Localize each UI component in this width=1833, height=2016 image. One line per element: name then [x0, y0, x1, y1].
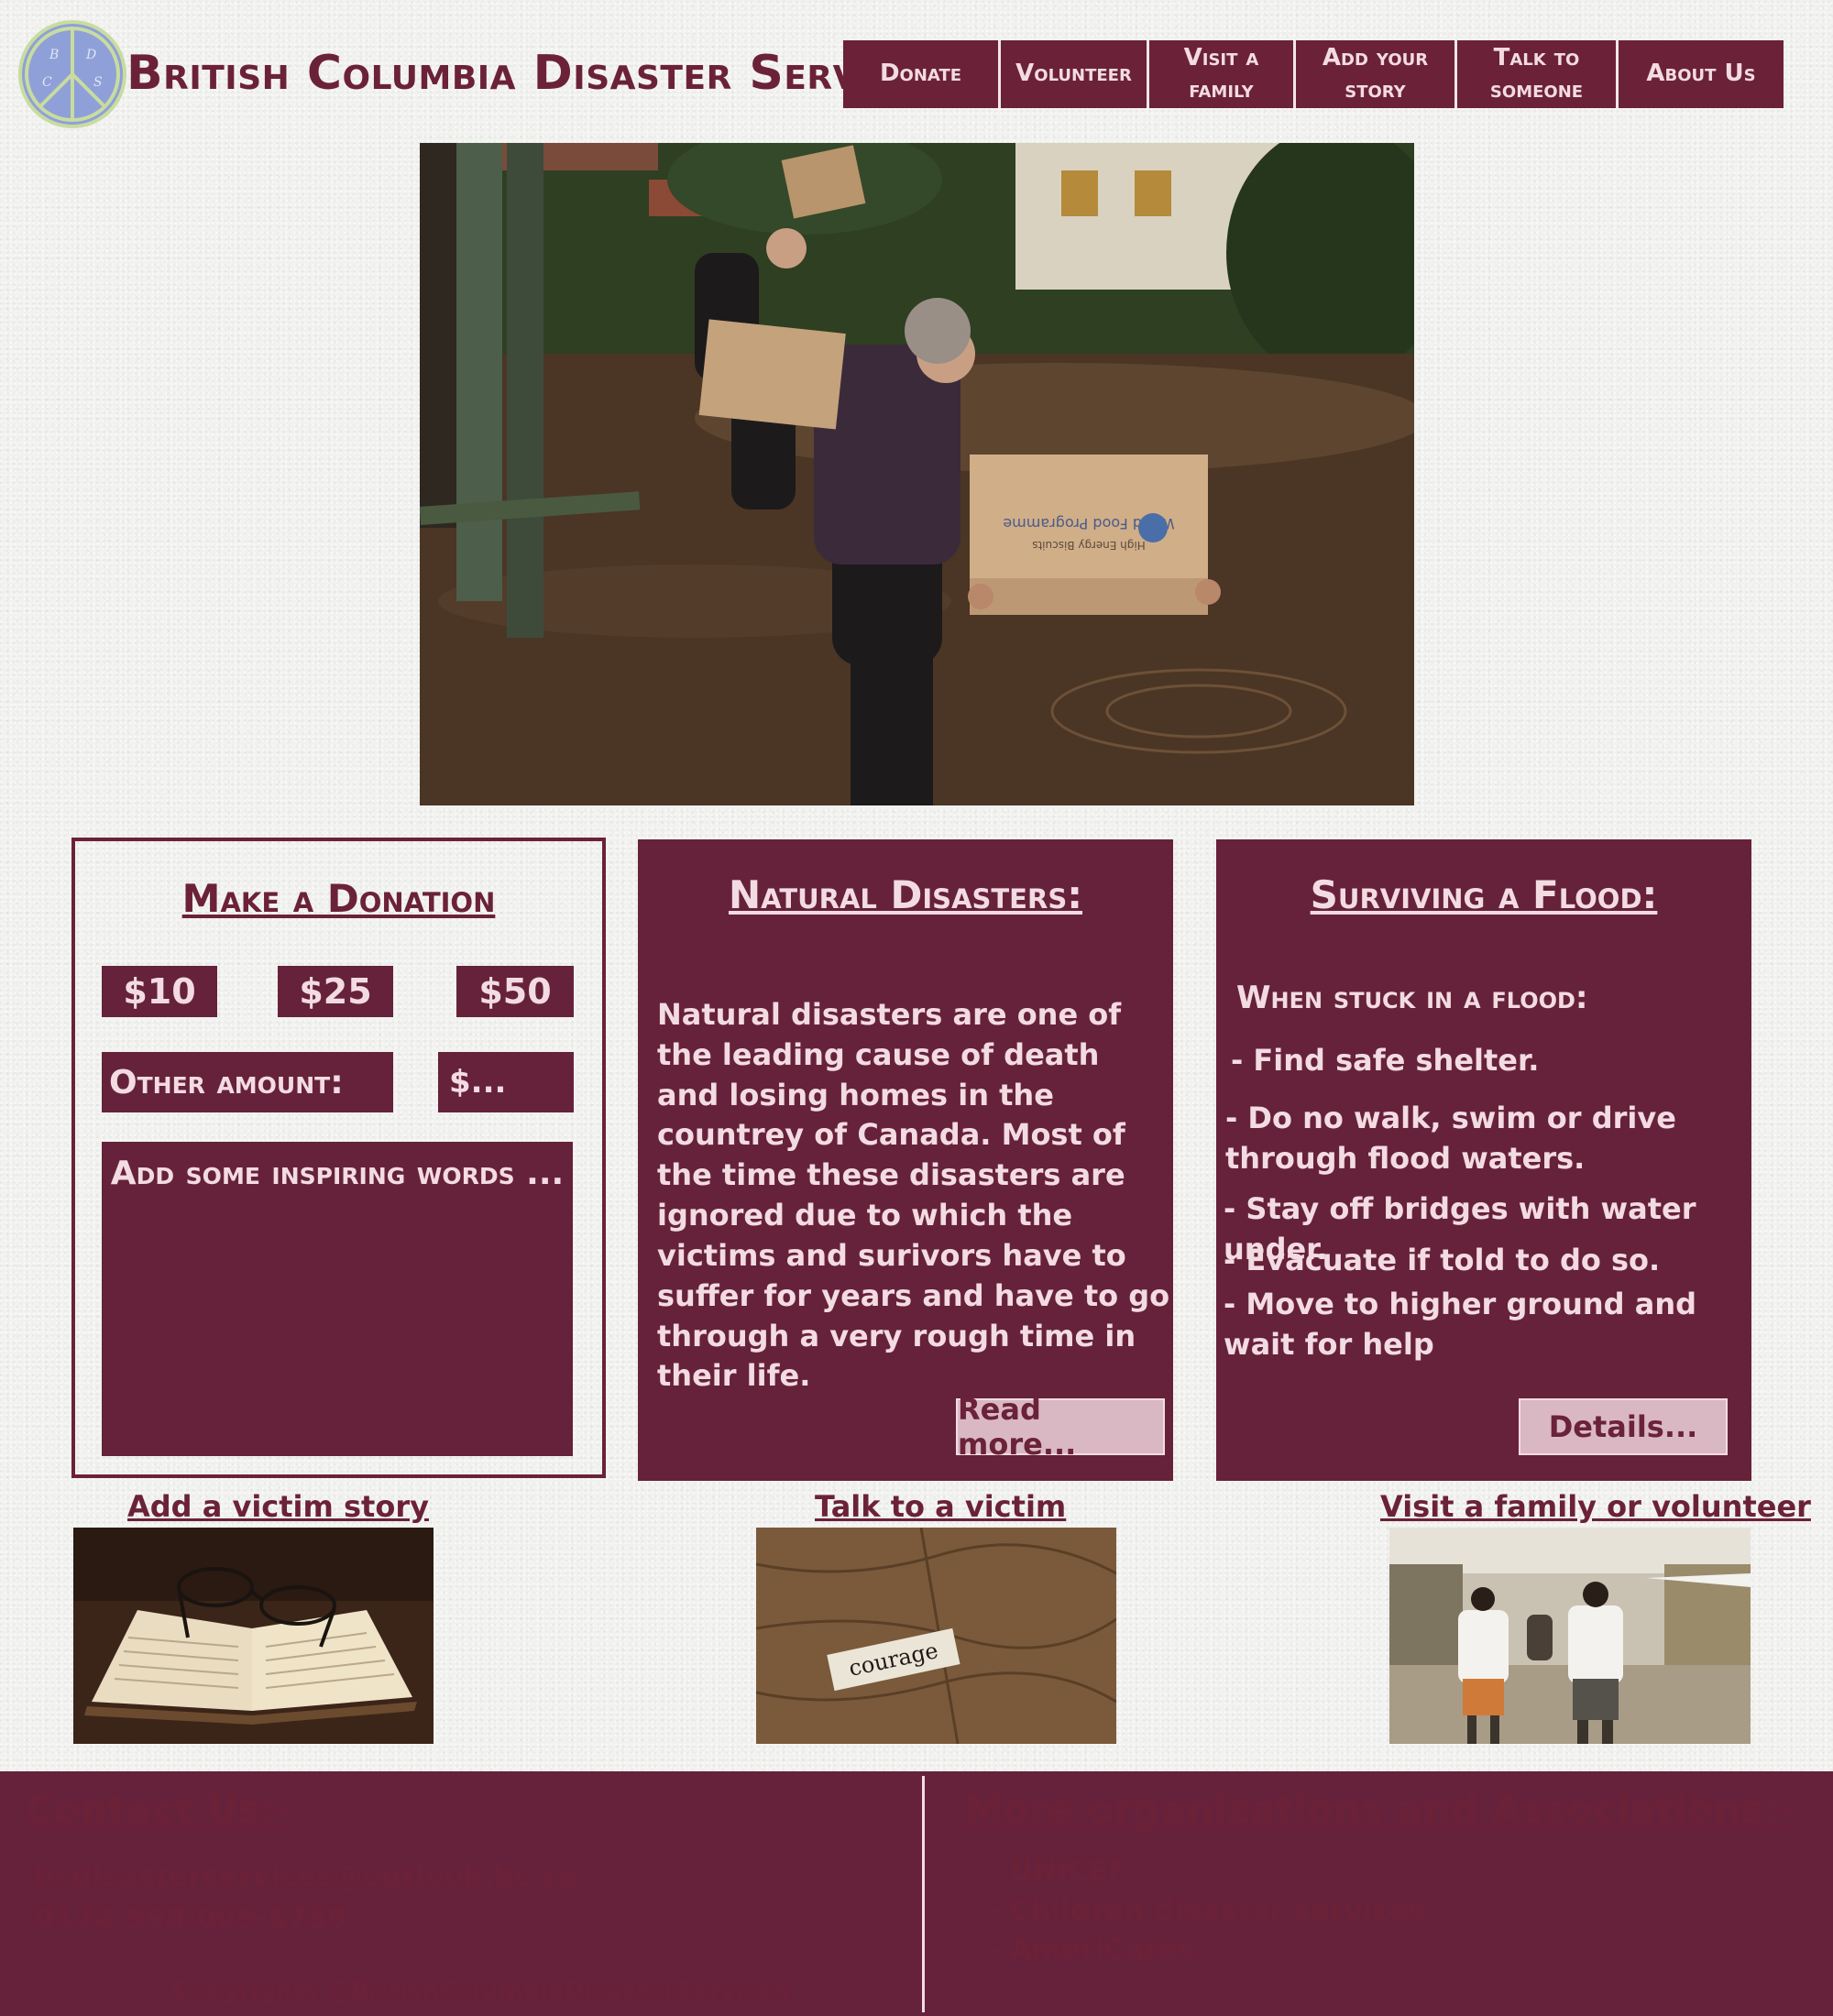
natural-text: Natural disasters are one of the leading…: [657, 997, 1170, 1394]
flood-tip: - Evacuate if told to do so.: [1224, 1243, 1661, 1277]
amount-10-button[interactable]: $10: [102, 966, 217, 1017]
inspiring-words-input[interactable]: Add some inspiring words ...: [102, 1142, 573, 1456]
details-button[interactable]: Details...: [1519, 1398, 1728, 1455]
nav-volunteer[interactable]: Volunteer: [1001, 40, 1149, 108]
donation-title: Make a Donation: [181, 876, 496, 921]
surviving-flood-panel: Surviving a Flood: When stuck in a flood…: [1216, 839, 1751, 1481]
amount-25-button[interactable]: $25: [278, 966, 393, 1017]
box-label: High Energy Biscuits: [1032, 539, 1146, 552]
flood-subtitle: When stuck in a flood:: [1236, 980, 1588, 1016]
donation-panel: Make a Donation $10 $25 $50 Other amount…: [71, 838, 606, 1478]
flood-title: Surviving a Flood:: [1310, 872, 1658, 917]
talk-to-victim-link[interactable]: Talk to a victim: [815, 1489, 1066, 1524]
flood-tip: - Move to higher ground and wait for hel…: [1224, 1287, 1696, 1362]
org-item-unicef[interactable]: - UNICEF: [988, 1855, 1126, 1888]
logo-letter: C: [42, 75, 52, 90]
contact-email[interactable]: bcdisasterservices@outlook.bc.ca: [35, 1860, 577, 1893]
courage-image[interactable]: courage: [756, 1528, 1116, 1744]
natural-disasters-panel: Natural Disasters: Natural disasters are…: [638, 839, 1173, 1481]
copyright: Copyrights @BritishColumbiaDisasterServi…: [172, 1978, 790, 2005]
nav-add-story[interactable]: Add your story: [1296, 40, 1457, 108]
nav-visit-family[interactable]: Visit a family: [1149, 40, 1296, 108]
footer-divider: [922, 1776, 925, 2012]
contact-title: Contact Us:-: [26, 1787, 292, 1832]
peace-sign-icon: B D C S: [25, 27, 120, 122]
main-nav: Donate Volunteer Visit a family Add your…: [843, 40, 1784, 108]
nav-about-us[interactable]: About Us: [1619, 40, 1784, 108]
other-amount-label: Other amount:: [102, 1052, 393, 1112]
org-item-americares[interactable]: - AmeriCares: [988, 1934, 1194, 1967]
site-title: British Columbia Disaster Services: [126, 46, 944, 101]
amount-50-button[interactable]: $50: [456, 966, 574, 1017]
visit-family-volunteer-link[interactable]: Visit a family or volunteer: [1380, 1489, 1811, 1524]
logo[interactable]: B D C S: [18, 20, 126, 128]
book-image[interactable]: [73, 1528, 434, 1744]
natural-title: Natural Disasters:: [728, 872, 1083, 917]
logo-letter: B: [49, 48, 59, 62]
read-more-button[interactable]: Read more...: [956, 1392, 1165, 1462]
logo-letter: S: [93, 75, 103, 90]
volunteers-image[interactable]: [1389, 1528, 1751, 1744]
org-item-children-disaster-services[interactable]: - Children disaster services: [988, 1894, 1425, 1927]
nav-donate[interactable]: Donate: [843, 40, 1001, 108]
add-victim-story-link[interactable]: Add a victim story: [127, 1489, 429, 1524]
contact-phone[interactable]: 0124-998-009-6789: [35, 1902, 347, 1935]
nav-talk-someone[interactable]: Talk to someone: [1457, 40, 1619, 108]
other-amount-input[interactable]: $...: [438, 1052, 574, 1112]
logo-letter: D: [85, 48, 96, 62]
hero-image: World Food Programme High Energy Biscuit…: [420, 143, 1414, 805]
flood-tip: - Do no walk, swim or drive through floo…: [1225, 1101, 1676, 1176]
orgs-title: More organizations and Associations:-: [964, 1787, 1795, 1832]
flood-tip: - Find safe shelter.: [1231, 1043, 1540, 1078]
